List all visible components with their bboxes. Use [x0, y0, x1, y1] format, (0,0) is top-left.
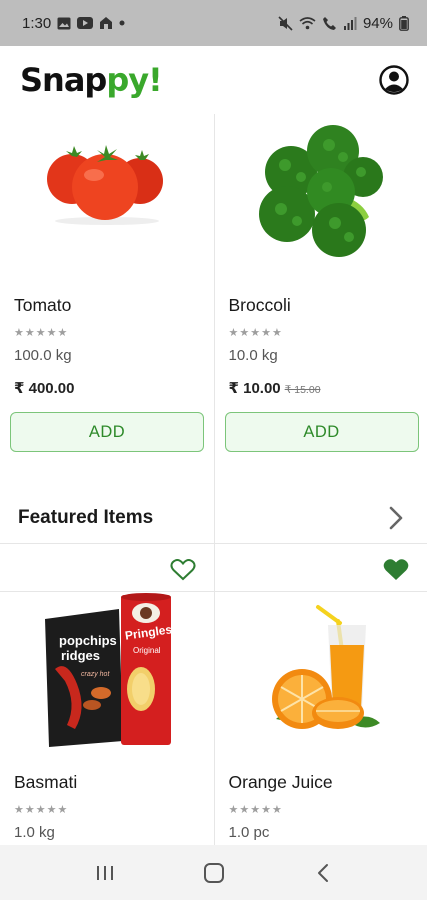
rating-stars: ★★★★★	[228, 327, 283, 339]
product-feed[interactable]: Tomato ★★★★★ 100.0 kg ₹ 400.00 ADD Brocc…	[0, 114, 427, 845]
product-quantity: 1.0 kg	[14, 824, 55, 841]
chips-flavor-text: ridges	[61, 648, 100, 663]
system-navigation-bar	[0, 845, 427, 900]
app-logo[interactable]: Snappy!	[20, 61, 163, 99]
product-card-basmati[interactable]: popchips ridges crazy hot Pringles Origi…	[0, 546, 214, 845]
logo-text-black: Snap	[20, 61, 107, 99]
status-right: 94%	[278, 15, 409, 32]
app-header: Snappy!	[0, 46, 427, 114]
back-button[interactable]	[303, 853, 343, 893]
home-app-icon	[99, 16, 113, 30]
battery-icon	[399, 15, 409, 31]
broccoli-image	[215, 114, 427, 264]
price-value: ₹ 10.00	[228, 380, 281, 397]
rating-stars: ★★★★★	[228, 804, 283, 816]
product-quantity: 10.0 kg	[228, 347, 278, 364]
chips-taste-text: crazy hot	[81, 671, 110, 678]
featured-items-header[interactable]: Featured Items	[0, 492, 427, 544]
product-price: ₹ 400.00	[14, 379, 74, 397]
mute-icon	[278, 15, 293, 31]
gallery-icon	[57, 17, 71, 30]
product-quantity: 100.0 kg	[14, 347, 72, 364]
see-all-button[interactable]	[385, 505, 407, 531]
status-bar: 1:30 94%	[0, 0, 427, 46]
home-button[interactable]	[194, 853, 234, 893]
account-icon	[379, 65, 409, 95]
original-price: ₹ 15.00	[284, 384, 321, 396]
basmati-image: popchips ridges crazy hot Pringles Origi…	[0, 586, 214, 751]
product-name: Basmati	[14, 772, 78, 792]
product-name: Broccoli	[228, 295, 291, 315]
rating-stars: ★★★★★	[14, 804, 69, 816]
product-card-orange-juice[interactable]: Orange Juice ★★★★★ 1.0 pc	[213, 546, 427, 845]
featured-grid: popchips ridges crazy hot Pringles Origi…	[0, 546, 427, 845]
product-name: Orange Juice	[228, 772, 333, 792]
youtube-icon	[77, 17, 94, 29]
home-icon	[203, 862, 224, 883]
product-name: Tomato	[14, 295, 72, 315]
logo-text-green: py!	[106, 61, 162, 99]
wifi-calling-icon	[322, 16, 337, 31]
favorite-button[interactable]	[383, 558, 409, 582]
recents-icon	[96, 865, 113, 880]
chips-brand-text: popchips	[59, 633, 117, 648]
app-screen: 1:30 94% Snappy! Tomato ★★★★★ 100.0 kg ₹…	[0, 0, 427, 900]
add-to-cart-button[interactable]: ADD	[224, 412, 419, 452]
notification-dot-icon	[119, 20, 125, 26]
chevron-right-icon	[389, 506, 403, 529]
orange-juice-image	[215, 598, 427, 743]
heart-filled-icon	[383, 559, 409, 581]
favorite-button[interactable]	[169, 558, 196, 582]
rating-stars: ★★★★★	[14, 327, 69, 339]
wifi-icon	[299, 16, 316, 30]
price-value: ₹ 400.00	[14, 380, 75, 397]
back-icon	[317, 863, 328, 882]
heart-outline-icon	[169, 559, 196, 581]
status-left: 1:30	[22, 15, 125, 32]
tomato-image	[0, 118, 214, 246]
add-to-cart-button[interactable]: ADD	[10, 412, 204, 452]
profile-button[interactable]	[379, 65, 409, 95]
battery-percent: 94%	[362, 14, 393, 32]
pringles-flavor-text: Original	[133, 646, 161, 655]
section-title: Featured Items	[18, 506, 154, 528]
signal-icon	[343, 16, 357, 30]
recent-apps-button[interactable]	[85, 853, 125, 893]
product-price: ₹ 10.00 ₹ 15.00	[229, 379, 321, 397]
status-time: 1:30	[22, 14, 52, 32]
product-quantity: 1.0 pc	[228, 824, 270, 841]
